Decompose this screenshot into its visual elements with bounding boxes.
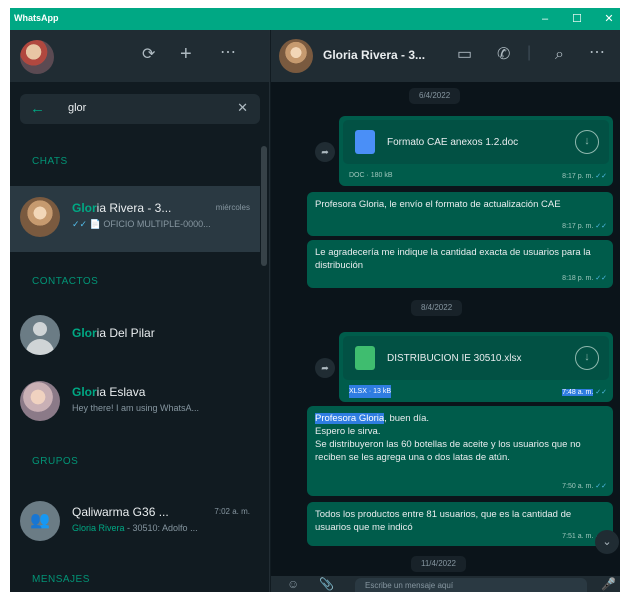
new-chat-icon[interactable]: + <box>180 44 192 64</box>
section-messages: MENSAJES <box>32 574 90 585</box>
minimize-button[interactable]: – <box>534 8 556 30</box>
message-composer: ☺ 📎 Escribe un mensaje aquí 🎤 <box>271 576 620 592</box>
contact-name[interactable]: Gloria Rivera - 3... <box>323 48 425 62</box>
menu-icon[interactable]: ⋯ <box>220 44 236 62</box>
chat-list-pane: ⟳ + ⋯ ← glor ✕ CHATS Gloria Rivera - 3..… <box>10 30 270 592</box>
message-text: Profesora Gloria, buen día. Espero le si… <box>315 413 581 463</box>
message-bubble-2[interactable]: Le agradecería me indique la cantidad ex… <box>307 240 613 288</box>
video-call-icon[interactable]: ▭ <box>457 46 472 64</box>
close-window-button[interactable]: ✕ <box>598 8 620 30</box>
contact-row-gloria-del-pilar[interactable]: Gloria Del Pilar <box>10 304 260 370</box>
contact-status: Hey there! I am using WhatsA... <box>72 403 200 413</box>
section-chats: CHATS <box>32 156 68 167</box>
search-box[interactable]: ← glor ✕ <box>20 94 260 124</box>
scroll-down-button[interactable]: ⌄ <box>595 530 619 554</box>
message-bubble-4[interactable]: Todos los productos entre 81 usuarios, q… <box>307 502 613 546</box>
header-divider: | <box>527 44 532 61</box>
chat-preview: ✓✓ 📄 OFICIO MULTIPLE-0000... <box>72 219 211 229</box>
maximize-button[interactable]: ☐ <box>566 8 588 30</box>
document-info: DOC · 180 kB <box>349 172 393 179</box>
document-filename: DISTRIBUCION IE 30510.xlsx <box>387 353 522 364</box>
title-bar: WhatsApp – ☐ ✕ <box>10 8 620 30</box>
chat-time: miércoles <box>215 203 250 212</box>
group-avatar-icon: 👥 <box>20 501 60 541</box>
download-icon[interactable]: ↓ <box>575 346 599 370</box>
document-preview[interactable]: Formato CAE anexos 1.2.doc ↓ <box>343 120 609 164</box>
message-time: 8:17 p. m. ✓✓ <box>562 223 607 230</box>
document-message-2[interactable]: DISTRIBUCION IE 30510.xlsx ↓ XLSX · 13 k… <box>339 332 613 402</box>
document-preview[interactable]: DISTRIBUCION IE 30510.xlsx ↓ <box>343 336 609 380</box>
contact-avatar[interactable] <box>279 39 313 73</box>
message-time: 7:48 a. m. ✓✓ <box>562 389 607 396</box>
message-bubble-3[interactable]: Profesora Gloria, buen día. Espero le si… <box>307 406 613 496</box>
date-separator: 11/4/2022 <box>411 556 466 572</box>
contact-name: Gloria Del Pilar <box>72 326 155 340</box>
section-contacts: CONTACTOS <box>32 276 99 287</box>
avatar <box>20 381 60 421</box>
word-file-icon <box>355 130 375 154</box>
default-avatar-icon <box>20 315 60 355</box>
forward-icon[interactable]: ➦ <box>315 142 335 162</box>
whatsapp-window: WhatsApp – ☐ ✕ ⟳ + ⋯ ← glor ✕ CHATS Glor… <box>10 8 620 592</box>
menu-icon[interactable]: ⋯ <box>589 44 605 62</box>
forward-icon[interactable]: ➦ <box>315 358 335 378</box>
group-row-qaliwarma[interactable]: 👥 Qaliwarma G36 ... 7:02 a. m. Gloria Ri… <box>10 490 260 556</box>
double-check-icon: ✓✓ <box>72 219 88 229</box>
message-time: 8:17 p. m. ✓✓ <box>562 173 607 180</box>
contact-row-gloria-eslava[interactable]: Gloria Eslava Hey there! I am using What… <box>10 370 260 436</box>
arrow-back-icon[interactable]: ← <box>30 100 45 117</box>
emoji-icon[interactable]: ☺ <box>287 576 299 592</box>
section-groups: GRUPOS <box>32 456 79 467</box>
group-name: Qaliwarma G36 ... <box>72 505 169 519</box>
date-separator: 8/4/2022 <box>411 300 463 316</box>
search-icon[interactable]: ⌕ <box>555 46 564 64</box>
message-bubble-1[interactable]: Profesora Gloria, le envío el formato de… <box>307 192 613 236</box>
group-preview: Gloria Rivera - 30510: Adolfo ... <box>72 523 198 533</box>
group-time: 7:02 a. m. <box>214 507 250 516</box>
message-time: 7:50 a. m. ✓✓ <box>562 483 607 490</box>
avatar <box>20 197 60 237</box>
chat-row-gloria-rivera[interactable]: Gloria Rivera - 3... miércoles ✓✓ 📄 OFIC… <box>10 186 260 252</box>
left-header: ⟳ + ⋯ <box>10 30 269 82</box>
download-icon[interactable]: ↓ <box>575 130 599 154</box>
document-message-1[interactable]: Formato CAE anexos 1.2.doc ↓ DOC · 180 k… <box>339 116 613 186</box>
conversation-pane: Gloria Rivera - 3... ▭ ✆ | ⌕ ⋯ 6/4/2022 … <box>271 30 620 592</box>
message-text: Le agradecería me indique la cantidad ex… <box>315 247 591 271</box>
chat-list-scrollbar[interactable] <box>261 146 267 266</box>
document-info: XLSX · 13 kB <box>349 385 392 398</box>
phone-icon[interactable]: ✆ <box>497 46 510 64</box>
message-input[interactable]: Escribe un mensaje aquí <box>355 578 587 592</box>
new-status-icon[interactable]: ⟳ <box>142 46 155 64</box>
microphone-icon[interactable]: 🎤 <box>601 576 616 592</box>
document-filename: Formato CAE anexos 1.2.doc <box>387 137 519 148</box>
conversation-header[interactable]: Gloria Rivera - 3... ▭ ✆ | ⌕ ⋯ <box>271 30 620 82</box>
close-icon[interactable]: ✕ <box>237 100 248 116</box>
contact-name: Gloria Eslava <box>72 385 146 399</box>
date-separator: 6/4/2022 <box>409 88 461 104</box>
attach-icon[interactable]: 📎 <box>319 576 334 592</box>
message-time: 8:18 p. m. ✓✓ <box>562 275 607 282</box>
window-title: WhatsApp <box>14 13 59 23</box>
my-profile-avatar[interactable] <box>20 40 54 74</box>
message-text: Profesora Gloria, le envío el formato de… <box>315 199 561 210</box>
excel-file-icon <box>355 346 375 370</box>
search-input[interactable]: glor <box>68 102 86 114</box>
chat-name: Gloria Rivera - 3... <box>72 201 172 215</box>
